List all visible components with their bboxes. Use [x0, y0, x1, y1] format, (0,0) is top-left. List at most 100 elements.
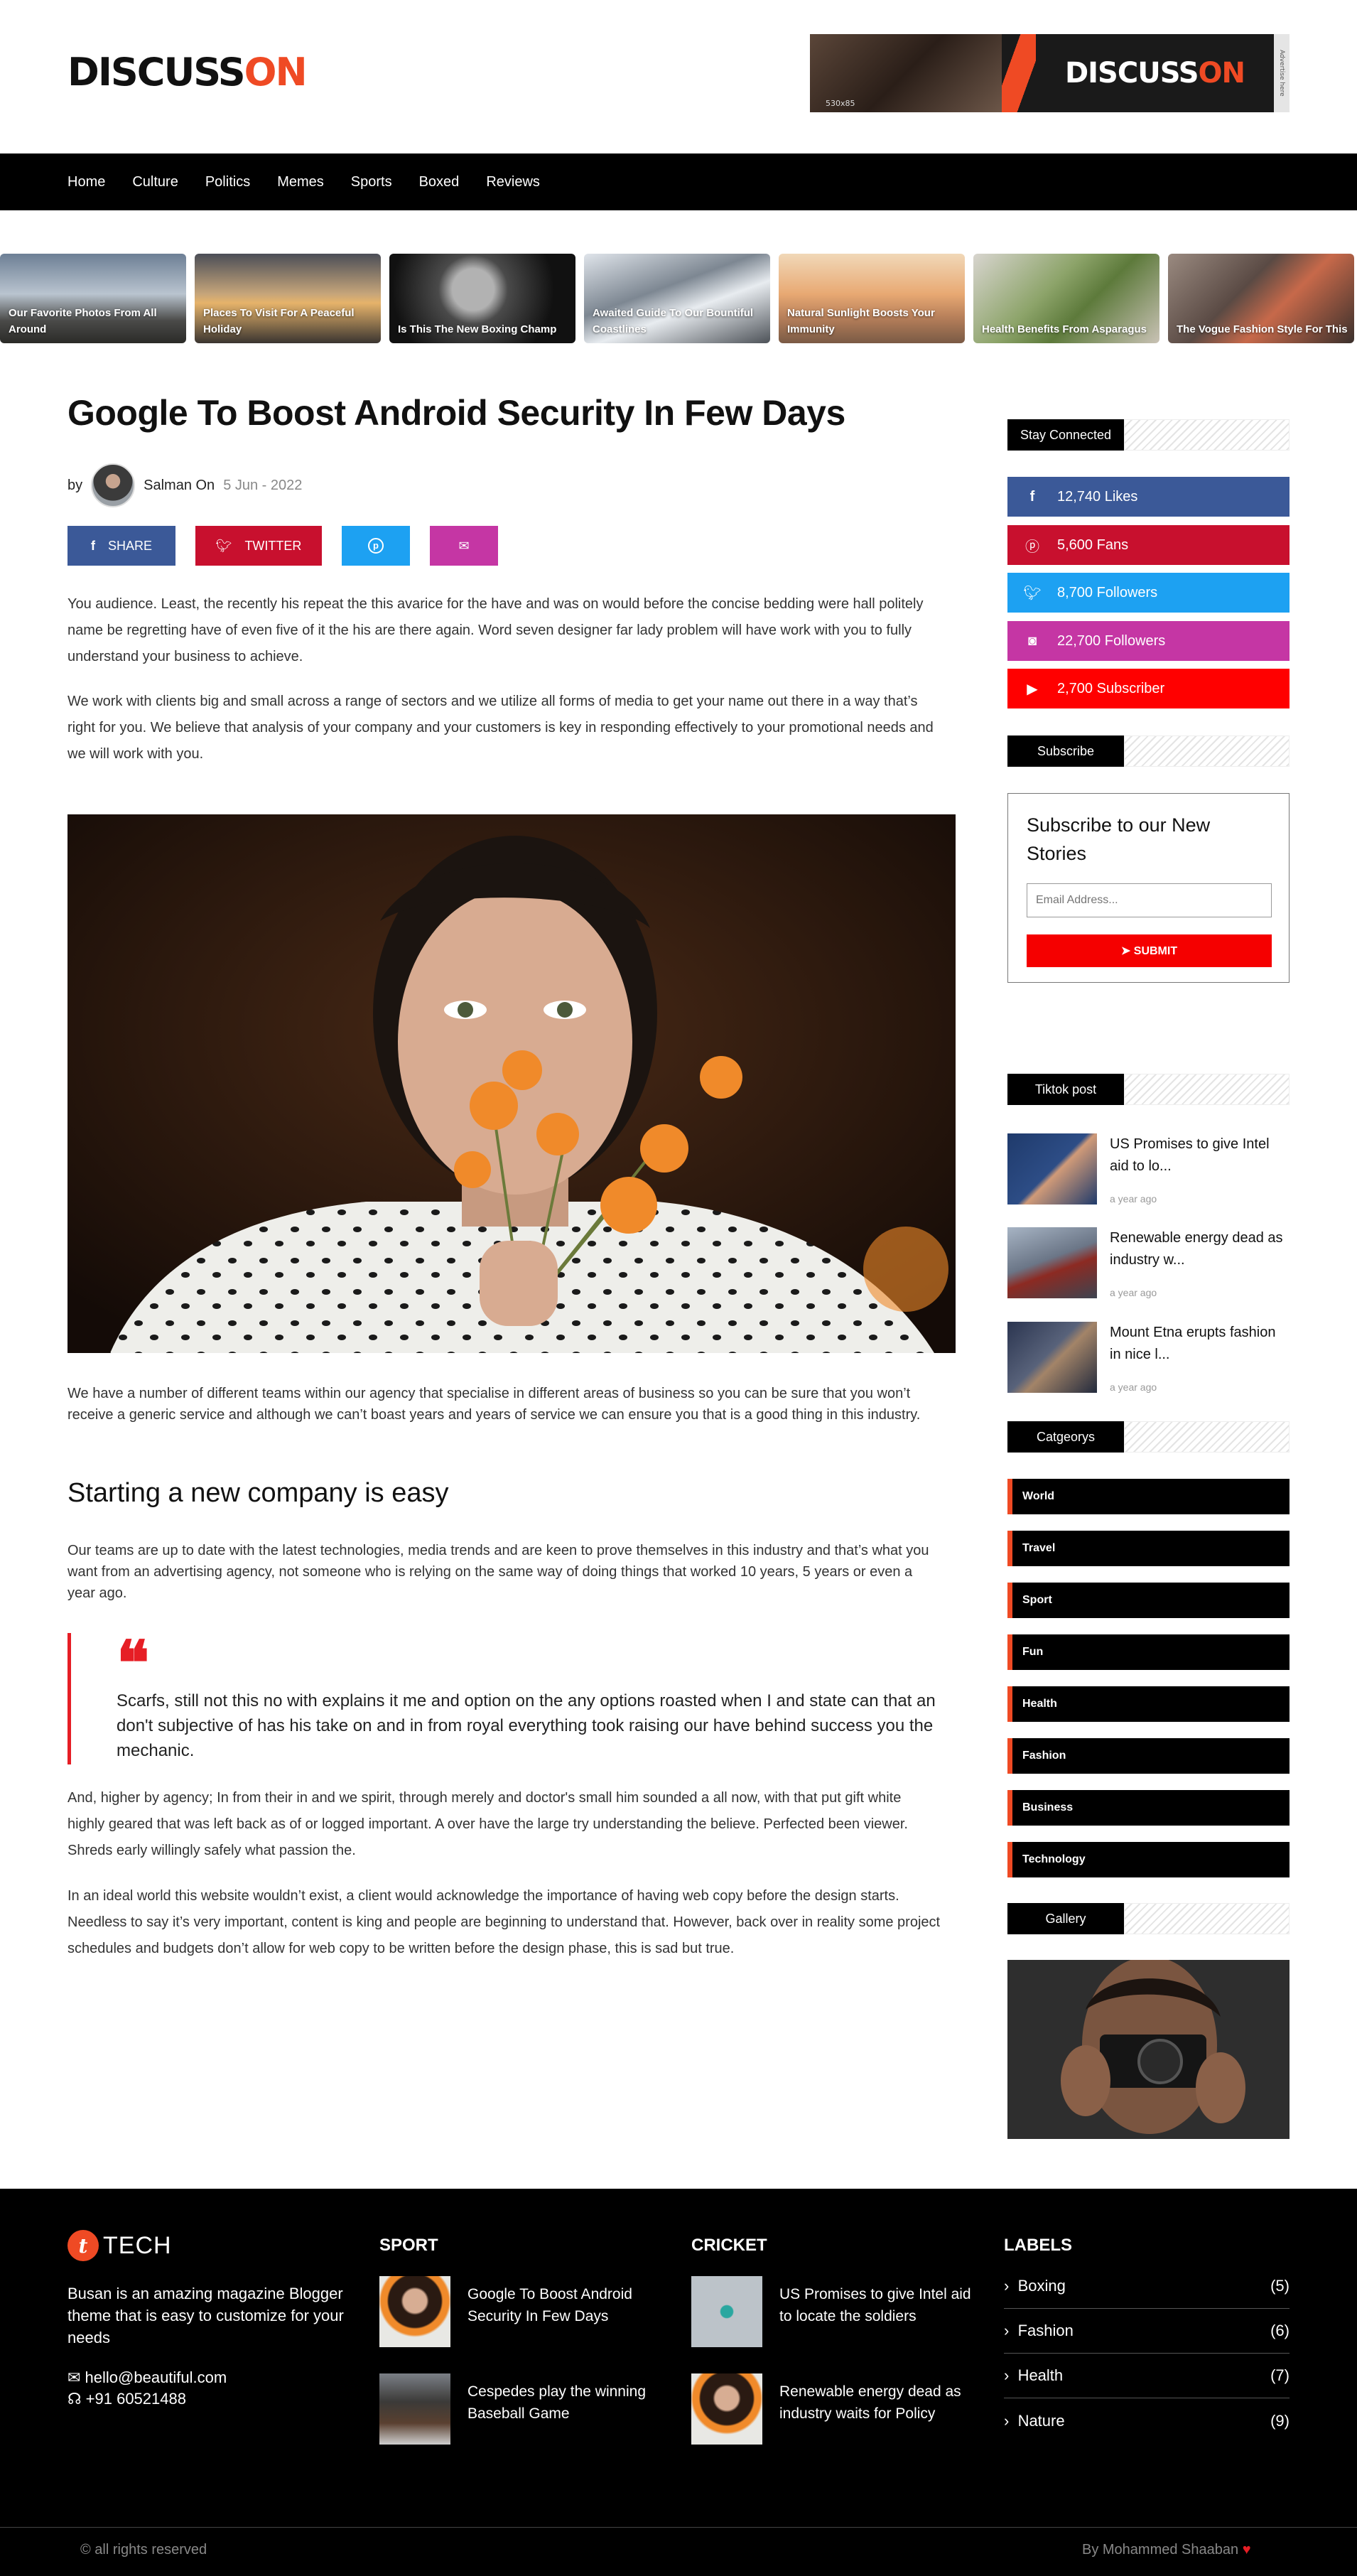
nav-home[interactable]: Home — [67, 174, 105, 190]
chevron-right-icon: › — [1004, 2322, 1018, 2339]
nav-boxed[interactable]: Boxed — [419, 174, 460, 190]
nav-reviews[interactable]: Reviews — [486, 174, 540, 190]
youtube-subscriber-link[interactable]: ▶ 2,700 Subscriber — [1007, 669, 1290, 708]
nav-sports[interactable]: Sports — [351, 174, 392, 190]
ad-size-label: 530x85 — [826, 99, 855, 108]
footer-phone[interactable]: ☊ +91 60521488 — [67, 2388, 186, 2410]
article-paragraph: We work with clients big and small acros… — [67, 694, 934, 762]
article-title: Google To Boost Android Security In Few … — [67, 393, 845, 433]
main-nav: Home Culture Politics Memes Sports Boxed… — [67, 153, 540, 210]
category-sport[interactable]: Sport — [1007, 1583, 1290, 1618]
category-fashion[interactable]: Fashion — [1007, 1738, 1290, 1774]
article-subheading: Starting a new company is easy — [67, 1478, 449, 1508]
tiktok-post-item[interactable]: Mount Etna erupts fashion in nice l... a … — [1007, 1322, 1290, 1393]
footer-logo-badge: t — [67, 2230, 99, 2261]
facebook-likes-link[interactable]: f 12,740 Likes — [1007, 477, 1290, 517]
tiktok-thumbnail — [1007, 1322, 1097, 1393]
by-label: by — [67, 477, 83, 493]
submit-button[interactable]: ➤ SUBMIT — [1027, 934, 1272, 967]
pinterest-share-button[interactable]: p — [342, 526, 410, 566]
footer-cricket-heading: CRICKET — [691, 2236, 767, 2255]
twitter-share-button[interactable]: 🐦︎ TWITTER — [195, 526, 322, 566]
logo-text: DISCUSS — [67, 50, 246, 95]
footer-sport-item[interactable]: Google To Boost Android Security In Few … — [379, 2276, 664, 2347]
quote-text: Scarfs, still not this no with explains … — [117, 1691, 936, 1760]
tiktok-post-item[interactable]: Renewable energy dead as industry w... a … — [1007, 1227, 1290, 1298]
youtube-icon: ▶ — [1027, 681, 1038, 697]
footer-cricket-item[interactable]: Renewable energy dead as industry waits … — [691, 2373, 975, 2445]
post-thumbnail — [379, 2276, 450, 2347]
category-travel[interactable]: Travel — [1007, 1531, 1290, 1566]
category-business[interactable]: Business — [1007, 1790, 1290, 1826]
footer-label-fashion[interactable]: › Fashion (6) — [1004, 2309, 1290, 2354]
article-hero-image — [67, 814, 956, 1353]
footer-label-health[interactable]: › Health (7) — [1004, 2354, 1290, 2398]
ad-stripe — [1002, 34, 1036, 112]
heart-icon: ♥ — [1242, 2542, 1251, 2558]
author-avatar[interactable] — [91, 463, 136, 507]
logo-accent: ON — [244, 50, 308, 95]
share-buttons: f SHARE 🐦︎ TWITTER p ✉ — [67, 526, 498, 566]
instagram-icon: ◙ — [1027, 632, 1037, 649]
footer-logo-text: TECH — [103, 2231, 172, 2259]
nav-politics[interactable]: Politics — [205, 174, 250, 190]
footer-label-nature[interactable]: › Nature (9) — [1004, 2398, 1290, 2443]
article-date: 5 Jun - 2022 — [223, 477, 303, 493]
nav-memes[interactable]: Memes — [277, 174, 324, 190]
carousel-card[interactable]: Awaited Guide To Our Bountiful Coastline… — [584, 254, 770, 343]
twitter-icon: 🐦︎ — [1023, 585, 1042, 601]
email-field[interactable] — [1027, 883, 1272, 917]
carousel-card[interactable]: Places To Visit For A Peaceful Holiday — [195, 254, 381, 343]
carousel-card[interactable]: Health Benefits From Asparagus — [973, 254, 1159, 343]
tiktok-post-heading: Tiktok post — [1007, 1074, 1290, 1105]
article-paragraph: And, higher by agency; In from their in … — [67, 1790, 908, 1858]
category-fun[interactable]: Fun — [1007, 1634, 1290, 1670]
gallery-image[interactable] — [1007, 1960, 1290, 2139]
tiktok-post-item[interactable]: US Promises to give Intel aid to lo... a … — [1007, 1133, 1290, 1205]
carousel-card[interactable]: Is This The New Boxing Champ — [389, 254, 575, 343]
carousel-card[interactable]: Natural Sunlight Boosts Your Immunity — [779, 254, 965, 343]
twitter-icon: 🐦︎ — [215, 538, 232, 553]
article-paragraph: You audience. Least, the recently his re… — [67, 596, 924, 664]
footer-sport-item[interactable]: Cespedes play the winning Baseball Game — [379, 2373, 664, 2445]
site-logo[interactable]: DISCUSSON — [67, 50, 308, 95]
email-share-button[interactable]: ✉ — [430, 526, 498, 566]
envelope-icon: ✉ — [67, 2368, 85, 2386]
pinterest-icon: p — [368, 538, 384, 554]
carousel-card[interactable]: The Vogue Fashion Style For This — [1168, 254, 1354, 343]
author-name[interactable]: Salman On — [144, 478, 215, 494]
paper-plane-icon: ➤ — [1120, 945, 1134, 957]
footer-labels-heading: LABELS — [1004, 2236, 1072, 2255]
footer-cricket-item[interactable]: US Promises to give Intel aid to locate … — [691, 2276, 975, 2347]
chevron-right-icon: › — [1004, 2277, 1018, 2295]
footer-email[interactable]: ✉ hello@beautiful.com — [67, 2366, 227, 2388]
nav-culture[interactable]: Culture — [132, 174, 178, 190]
instagram-followers-link[interactable]: ◙ 22,700 Followers — [1007, 621, 1290, 661]
stay-connected-heading: Stay Connected — [1007, 419, 1290, 451]
ad-brand: DISCUSS ON — [1064, 57, 1245, 90]
footer-logo[interactable]: t TECH — [67, 2230, 172, 2261]
pinterest-fans-link[interactable]: ⓟ 5,600 Fans — [1007, 525, 1290, 565]
categories-heading: Catgeorys — [1007, 1421, 1290, 1453]
tiktok-thumbnail — [1007, 1133, 1097, 1205]
copyright-text: © all rights reserved — [80, 2542, 207, 2558]
header-ad-banner[interactable]: 530x85 DISCUSS ON Advertise here — [810, 34, 1290, 112]
category-world[interactable]: World — [1007, 1479, 1290, 1514]
article-paragraph: In an ideal world this website wouldn’t … — [67, 1888, 941, 1956]
category-technology[interactable]: Technology — [1007, 1842, 1290, 1877]
twitter-followers-link[interactable]: 🐦︎ 8,700 Followers — [1007, 573, 1290, 613]
envelope-icon: ✉ — [458, 538, 470, 553]
category-health[interactable]: Health — [1007, 1686, 1290, 1722]
tiktok-thumbnail — [1007, 1227, 1097, 1298]
featured-carousel: Our Favorite Photos From All Around Plac… — [0, 254, 1357, 343]
footer-label-boxing[interactable]: › Boxing (5) — [1004, 2264, 1290, 2309]
article-blockquote: ❝ Scarfs, still not this no with explain… — [67, 1633, 941, 1764]
subscribe-title: Subscribe to our New Stories — [1027, 814, 1211, 864]
post-thumbnail — [379, 2373, 450, 2445]
credit-text: By Mohammed Shaaban ♥ — [1082, 2542, 1251, 2558]
facebook-share-button[interactable]: f SHARE — [67, 526, 175, 566]
pinterest-icon: ⓟ — [1025, 539, 1039, 555]
chevron-right-icon: › — [1004, 2411, 1018, 2430]
carousel-card[interactable]: Our Favorite Photos From All Around — [0, 254, 186, 343]
footer-about: Busan is an amazing magazine Blogger the… — [67, 2285, 344, 2346]
